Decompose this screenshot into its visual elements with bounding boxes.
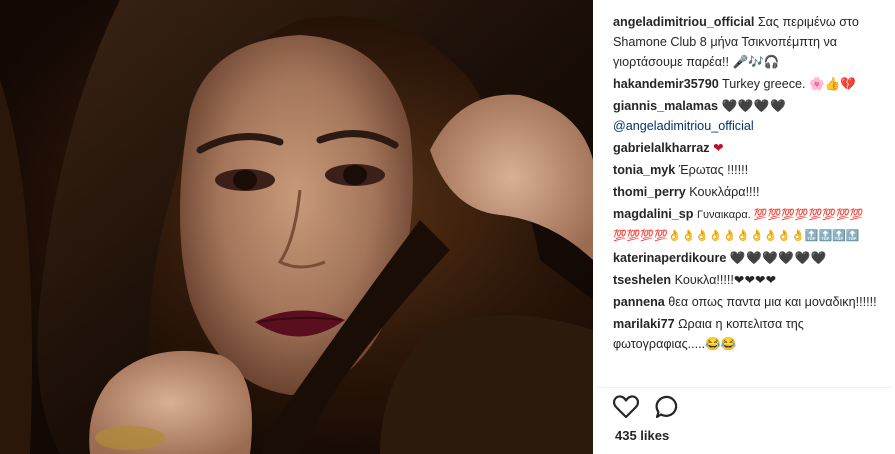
comment-username[interactable]: tonia_myk (613, 163, 675, 177)
post-photo[interactable] (0, 0, 593, 454)
comment-item: marilaki77 Ωραια η κοπελιτσα της φωτογρα… (613, 314, 889, 354)
comment-username[interactable]: pannena (613, 295, 665, 309)
actions-divider (596, 387, 892, 388)
comment-mention[interactable]: @angeladimitriou_official (613, 119, 754, 133)
comment-username[interactable]: thomi_perry (613, 185, 686, 199)
speech-bubble-icon (655, 395, 678, 419)
comment-username[interactable]: giannis_malamas (613, 99, 718, 113)
comment-text: Turkey greece. 🌸👍💔 (722, 77, 857, 91)
heart-outline-icon (613, 395, 639, 419)
comment-item: tonia_myk Έρωτας !!!!!! (613, 160, 889, 180)
caption: angeladimitriou_official Σας περιμένω στ… (613, 12, 889, 72)
post-actions (613, 394, 681, 420)
comment-item: hakandemir35790 Turkey greece. 🌸👍💔 (613, 74, 889, 94)
comment-text: θεα οπως παντα μια και μοναδικη!!!!!! (668, 295, 877, 309)
comment-text: ❤ (713, 141, 724, 155)
comment-username[interactable]: katerinaperdikoure (613, 251, 726, 265)
comments-list: angeladimitriou_official Σας περιμένω στ… (613, 12, 889, 356)
comment-username[interactable]: magdalini_sp (613, 207, 693, 221)
comment-text: 🖤🖤🖤🖤 (721, 99, 787, 113)
comment-text: Έρωτας !!!!!! (678, 163, 749, 177)
comments-panel: angeladimitriou_official Σας περιμένω στ… (593, 0, 895, 454)
comment-item: pannena θεα οπως παντα μια και μοναδικη!… (613, 292, 889, 312)
portrait-image (0, 0, 593, 454)
comment-username[interactable]: marilaki77 (613, 317, 675, 331)
caption-username[interactable]: angeladimitriou_official (613, 15, 754, 29)
comment-text: Κουκλάρα!!!! (689, 185, 760, 199)
comment-item: giannis_malamas 🖤🖤🖤🖤 @angeladimitriou_of… (613, 96, 889, 136)
comment-text: 🖤🖤🖤🖤🖤🖤 (729, 251, 827, 265)
comment-item: thomi_perry Κουκλάρα!!!! (613, 182, 889, 202)
comment-username[interactable]: gabrielalkharraz (613, 141, 710, 155)
comment-username[interactable]: hakandemir35790 (613, 77, 719, 91)
like-button[interactable] (613, 395, 639, 419)
comment-item: tseshelen Κουκλα!!!!!❤❤❤❤ (613, 270, 889, 290)
comment-text: Κουκλα!!!!!❤❤❤❤ (674, 273, 777, 287)
comment-button[interactable] (655, 395, 681, 419)
likes-count[interactable]: 435 likes (615, 428, 669, 443)
comment-username[interactable]: tseshelen (613, 273, 671, 287)
comment-item: katerinaperdikoure 🖤🖤🖤🖤🖤🖤 (613, 248, 889, 268)
comment-item: gabrielalkharraz ❤ (613, 138, 889, 158)
comment-item: magdalini_sp Γυναικαρα. 💯💯💯💯💯💯💯💯💯💯💯💯👌👌👌👌… (613, 204, 889, 246)
